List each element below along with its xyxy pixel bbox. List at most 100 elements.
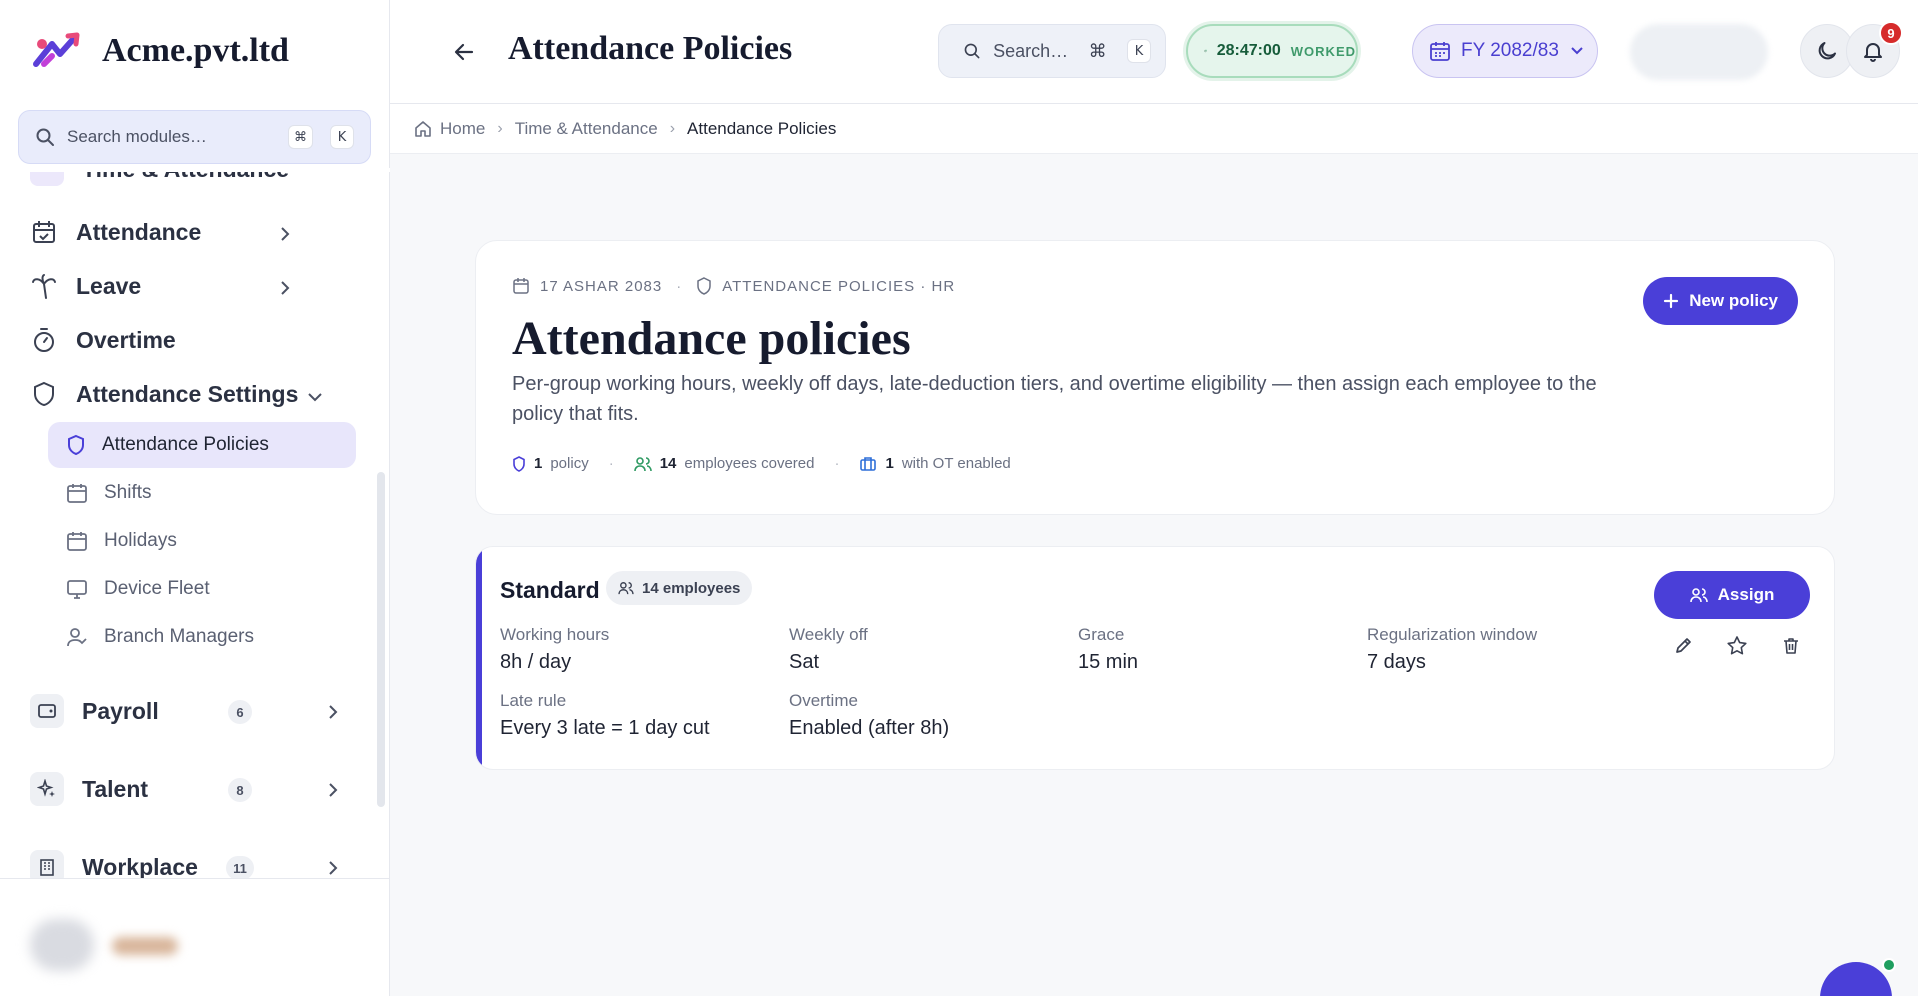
sparkles-icon [30,772,64,806]
section-title: Attendance policies [512,312,911,365]
field-value: 15 min [1078,651,1139,673]
shield-icon [513,455,525,472]
assign-button[interactable]: Assign [1654,571,1810,619]
breadcrumb-home[interactable]: Home [440,119,485,139]
fiscal-year-value: FY 2082/83 [1461,40,1559,61]
sidebar-item-label: Leave [76,272,142,299]
notification-count-badge: 9 [1879,21,1903,45]
field-value: Every 3 late = 1 day cut [500,717,710,739]
users-icon [633,456,652,471]
header-meta: 17 ASHAR 2083 · ATTENDANCE POLICIES · HR [512,277,955,295]
global-search[interactable]: Search… ⌘ K [938,24,1166,78]
topbar: Attendance Policies Search… ⌘ K 28:47:00… [390,0,1918,104]
delete-button[interactable] [1776,631,1806,661]
worked-timer[interactable]: 28:47:00 WORKED [1186,24,1358,78]
header-date: 17 ASHAR 2083 [540,277,663,295]
assign-label: Assign [1717,585,1775,604]
sidebar-subitem-attendance-policies[interactable]: Attendance Policies [48,422,356,468]
sidebar-item-label: Workplace [82,853,198,879]
back-button[interactable] [448,36,480,68]
chevron-right-icon: › [497,119,503,137]
user-profile-footer[interactable] [0,878,390,996]
users-icon [618,582,634,595]
module-search[interactable]: Search modules… ⌘ K [18,110,371,164]
chevron-right-icon[interactable] [326,780,340,800]
new-policy-button[interactable]: New policy [1643,277,1798,325]
sidebar-item-leave[interactable]: Leave [30,272,141,300]
kbd-cmd: ⌘ [288,125,313,149]
chevron-right-icon: › [669,119,676,137]
field-grace: Grace 15 min [1078,625,1138,674]
pencil-icon [1676,638,1691,653]
shield-icon [34,381,54,407]
briefcase-icon [860,456,877,471]
field-label: Working hours [500,625,610,644]
set-default-button[interactable] [1722,631,1752,661]
sidebar-subitem-label: Shifts [104,482,152,503]
sidebar-subitem-shifts[interactable]: Shifts [48,470,356,516]
sidebar-item-payroll[interactable]: Payroll [30,694,159,728]
fiscal-year-select[interactable]: FY 2082/83 [1412,24,1598,78]
talent-count-badge: 8 [228,778,252,802]
stat-policies-label: policy [550,455,589,472]
sidebar-subitem-device-fleet[interactable]: Device Fleet [48,566,356,612]
section-description: Per-group working hours, weekly off days… [512,373,1597,425]
sidebar-subitem-label: Branch Managers [104,626,254,647]
brand[interactable]: Acme.pvt.ltd [30,30,289,72]
trash-icon [1784,638,1798,654]
page-title: Attendance Policies [508,30,793,67]
sidebar-subitem-label: Device Fleet [104,578,210,599]
sidebar-subitem-holidays[interactable]: Holidays [48,518,356,564]
home-icon[interactable] [414,120,432,138]
field-weekly-off: Weekly off Sat [789,625,868,674]
header-section: ATTENDANCE POLICIES · HR [722,277,956,295]
chevron-right-icon[interactable] [278,224,292,244]
breadcrumb: Home › Time & Attendance › Attendance Po… [390,104,1918,154]
sidebar-item-talent[interactable]: Talent [30,772,148,806]
calendar-icon [513,278,529,294]
kbd-cmd: ⌘ [1088,40,1107,62]
field-regularization-window: Regularization window 7 days [1367,625,1537,674]
sidebar-item-label: Talent [82,775,149,802]
chevron-down-icon[interactable] [306,390,324,404]
stat-ot-label: with OT enabled [901,455,1011,472]
stopwatch-icon [34,328,54,352]
sidebar-scrollbar[interactable] [377,472,385,807]
chevron-right-icon[interactable] [278,278,292,298]
policies-header-card: 17 ASHAR 2083 · ATTENDANCE POLICIES · HR… [475,240,1835,515]
moon-icon [1818,42,1836,60]
separator-dot: · [608,455,614,472]
field-overtime: Overtime Enabled (after 8h) [789,691,949,740]
sidebar-item-attendance-settings[interactable]: Attendance Settings [30,380,298,408]
assistant-fab-button[interactable] [1820,962,1892,996]
field-label: Late rule [500,691,567,710]
chevron-right-icon[interactable] [326,858,340,878]
sidebar-subitem-branch-managers[interactable]: Branch Managers [48,614,356,660]
sidebar-item-attendance[interactable]: Attendance [30,218,201,246]
building-icon [30,850,64,878]
field-working-hours: Working hours 8h / day [500,625,609,674]
calendar-check-icon [33,221,55,243]
employee-count-chip: 14 employees [606,571,753,605]
kbd-k: K [1127,39,1151,63]
chevron-down-icon [1571,47,1583,55]
field-value: 7 days [1367,651,1426,673]
online-status-dot [1882,958,1896,972]
breadcrumb-time-attendance[interactable]: Time & Attendance [515,119,658,139]
chevron-right-icon[interactable] [326,702,340,722]
clock-icon [1204,49,1207,53]
user-menu-blurred[interactable] [1630,24,1768,80]
notifications-button[interactable]: 9 [1846,21,1903,78]
field-label: Grace [1078,625,1125,644]
stat-policies-value: 1 [534,455,543,472]
worked-label: WORKED [1290,43,1356,59]
sidebar-item-label: Attendance Settings [76,380,299,407]
user-name-blurred [112,937,178,955]
sidebar-item-workplace[interactable]: Workplace [30,850,198,878]
field-value: Sat [789,651,820,673]
sidebar-item-overtime[interactable]: Overtime [30,326,176,354]
palm-tree-icon [32,274,56,299]
policy-card: Standard 14 employees Working hours 8h /… [475,546,1835,770]
sidebar-nav: Time & Attendance Attendance Leave Overt… [0,168,390,878]
edit-button[interactable] [1668,631,1698,661]
